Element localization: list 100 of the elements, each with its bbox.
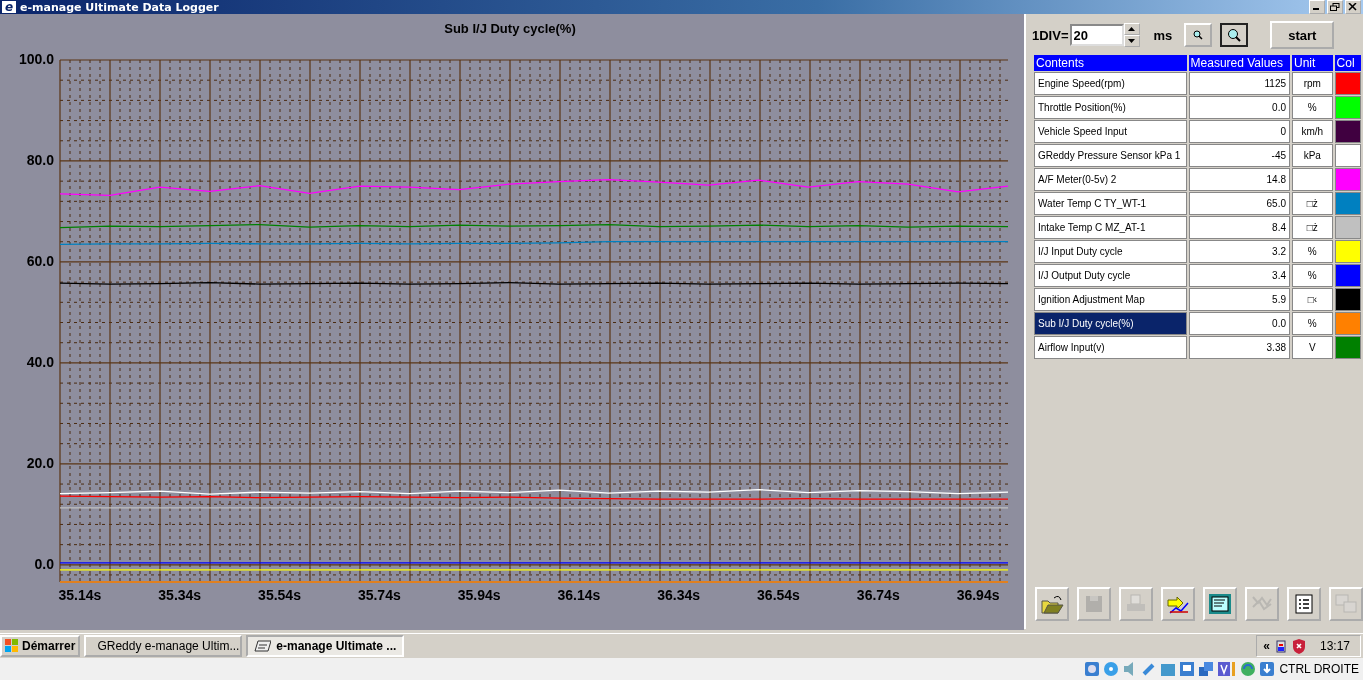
v-icon — [1217, 661, 1238, 677]
channel-name-cell[interactable]: Airflow Input(v) — [1034, 336, 1187, 359]
battery-icon — [1275, 639, 1286, 653]
app-icon — [254, 640, 272, 652]
channel-name-cell[interactable]: Ignition Adjustment Map — [1034, 288, 1187, 311]
monitor-icon — [1179, 661, 1196, 677]
color-swatch[interactable] — [1334, 96, 1361, 119]
channel-name-cell[interactable]: GReddy Pressure Sensor kPa 1 — [1034, 144, 1187, 167]
value-cell: 14.8 — [1188, 168, 1290, 191]
x-axis-label: 36.14s — [557, 587, 601, 603]
channel-name-cell[interactable]: I/J Output Duty cycle — [1034, 264, 1187, 287]
color-swatch[interactable] — [1334, 72, 1361, 95]
channel-name-cell[interactable]: Water Temp C TY_WT-1 — [1034, 192, 1187, 215]
unit-cell: □ż — [1292, 192, 1333, 215]
start-label: Démarrer — [22, 639, 76, 653]
color-swatch[interactable] — [1334, 168, 1361, 191]
value-cell: 0 — [1188, 120, 1290, 143]
y-axis-label: 40.0 — [26, 353, 54, 370]
value-cell: 8.4 — [1188, 216, 1290, 239]
spin-up-button[interactable] — [1123, 23, 1140, 35]
window-title: e-manage Ultimate Data Logger — [20, 0, 219, 14]
text-button[interactable] — [1203, 587, 1237, 621]
y-axis-label: 0.0 — [34, 555, 54, 572]
windows-logo-icon — [5, 639, 19, 653]
color-swatch[interactable] — [1334, 192, 1361, 215]
zoom-out-button[interactable] — [1184, 23, 1213, 47]
channel-name-cell[interactable]: A/F Meter(0-5v) 2 — [1034, 168, 1187, 191]
unit-label: ms — [1153, 27, 1173, 43]
color-swatch[interactable] — [1334, 216, 1361, 239]
column-header: Measured Values — [1188, 55, 1290, 71]
color-swatch[interactable] — [1334, 336, 1361, 359]
x-axis-label: 36.54s — [757, 587, 800, 603]
column-header: Unit — [1292, 55, 1333, 71]
list-button[interactable] — [1287, 587, 1321, 621]
channel-name-cell[interactable]: Engine Speed(rpm) — [1034, 72, 1187, 95]
tray-expand-button[interactable]: « — [1263, 639, 1270, 653]
document-icon — [1208, 593, 1232, 615]
value-cell: 3.38 — [1188, 336, 1290, 359]
unit-cell: rpm — [1292, 72, 1333, 95]
x-axis-label: 35.74s — [357, 587, 401, 603]
value-cell: 0.0 — [1188, 96, 1290, 119]
value-cell: 65.0 — [1188, 192, 1290, 215]
div-input-field[interactable]: 20 — [1069, 24, 1124, 46]
x-axis-label: 35.34s — [158, 587, 202, 603]
value-cell: 1125 — [1188, 72, 1290, 95]
open-button[interactable] — [1035, 587, 1069, 621]
y-axis-label: 60.0 — [26, 252, 54, 269]
x-axis-label: 36.34s — [657, 587, 701, 603]
y-axis-label: 80.0 — [26, 151, 54, 168]
list-icon — [1292, 593, 1316, 615]
zoom-in-button[interactable] — [1220, 23, 1249, 47]
cd-icon — [1103, 661, 1120, 677]
unit-cell: km/h — [1292, 120, 1333, 143]
y-axis-label: 100.0 — [18, 51, 54, 67]
x-axis-label: 35.94s — [457, 587, 501, 603]
div-label: 1DIV= — [1032, 27, 1069, 43]
unit-cell: % — [1292, 264, 1333, 287]
channel-name-cell[interactable]: Throttle Position(%) — [1034, 96, 1187, 119]
task-label: GReddy e-manage Ultim... — [97, 639, 240, 653]
unit-cell — [1292, 168, 1333, 191]
up-arrow-icon — [1128, 27, 1135, 31]
app-logo: e — [2, 1, 16, 13]
x-axis-label: 35.54s — [258, 587, 301, 603]
column-header: Col — [1334, 55, 1361, 71]
color-swatch[interactable] — [1334, 144, 1361, 167]
unit-cell: □ż — [1292, 216, 1333, 239]
color-swatch[interactable] — [1334, 240, 1361, 263]
network-icon — [1198, 661, 1215, 677]
color-swatch[interactable] — [1334, 288, 1361, 311]
color-swatch[interactable] — [1334, 120, 1361, 143]
start-button[interactable]: start — [1270, 21, 1335, 49]
export-button[interactable] — [1161, 587, 1195, 621]
channel-name-cell[interactable]: Sub I/J Duty cycle(%) — [1034, 312, 1187, 335]
clock: 13:17 — [1319, 639, 1350, 653]
channel-name-cell[interactable]: I/J Input Duty cycle — [1034, 240, 1187, 263]
windows-icon — [1334, 593, 1358, 615]
x-axis-label: 36.94s — [956, 587, 1000, 603]
close-button[interactable] — [1345, 0, 1361, 14]
unit-cell: V — [1292, 336, 1333, 359]
taskbar-window-button[interactable]: GReddy e-manage Ultim... — [84, 635, 243, 657]
value-cell: 0.0 — [1188, 312, 1290, 335]
taskbar-window-button[interactable]: e-manage Ultimate ... — [246, 635, 405, 657]
channel-name-cell[interactable]: Intake Temp C MZ_AT-1 — [1034, 216, 1187, 239]
search-icon — [1193, 30, 1204, 40]
start-menu-button[interactable]: Démarrer — [0, 635, 81, 657]
restore-icon — [1330, 3, 1340, 11]
host-key-label: CTRL DROITE — [1279, 662, 1359, 676]
task-label: e-manage Ultimate ... — [276, 639, 397, 653]
search-icon — [1227, 28, 1242, 42]
channel-name-cell[interactable]: Vehicle Speed Input — [1034, 120, 1187, 143]
shield-icon — [1291, 638, 1306, 654]
value-cell: 3.2 — [1188, 240, 1290, 263]
restore-button[interactable] — [1327, 0, 1343, 14]
minimize-button[interactable] — [1309, 0, 1325, 14]
download-icon — [1259, 661, 1276, 677]
x-axis-label: 35.14s — [58, 587, 102, 603]
color-swatch[interactable] — [1334, 312, 1361, 335]
chart-title: Sub I/J Duty cycle(%) — [444, 21, 576, 36]
close-icon — [1348, 3, 1358, 11]
color-swatch[interactable] — [1334, 264, 1361, 287]
